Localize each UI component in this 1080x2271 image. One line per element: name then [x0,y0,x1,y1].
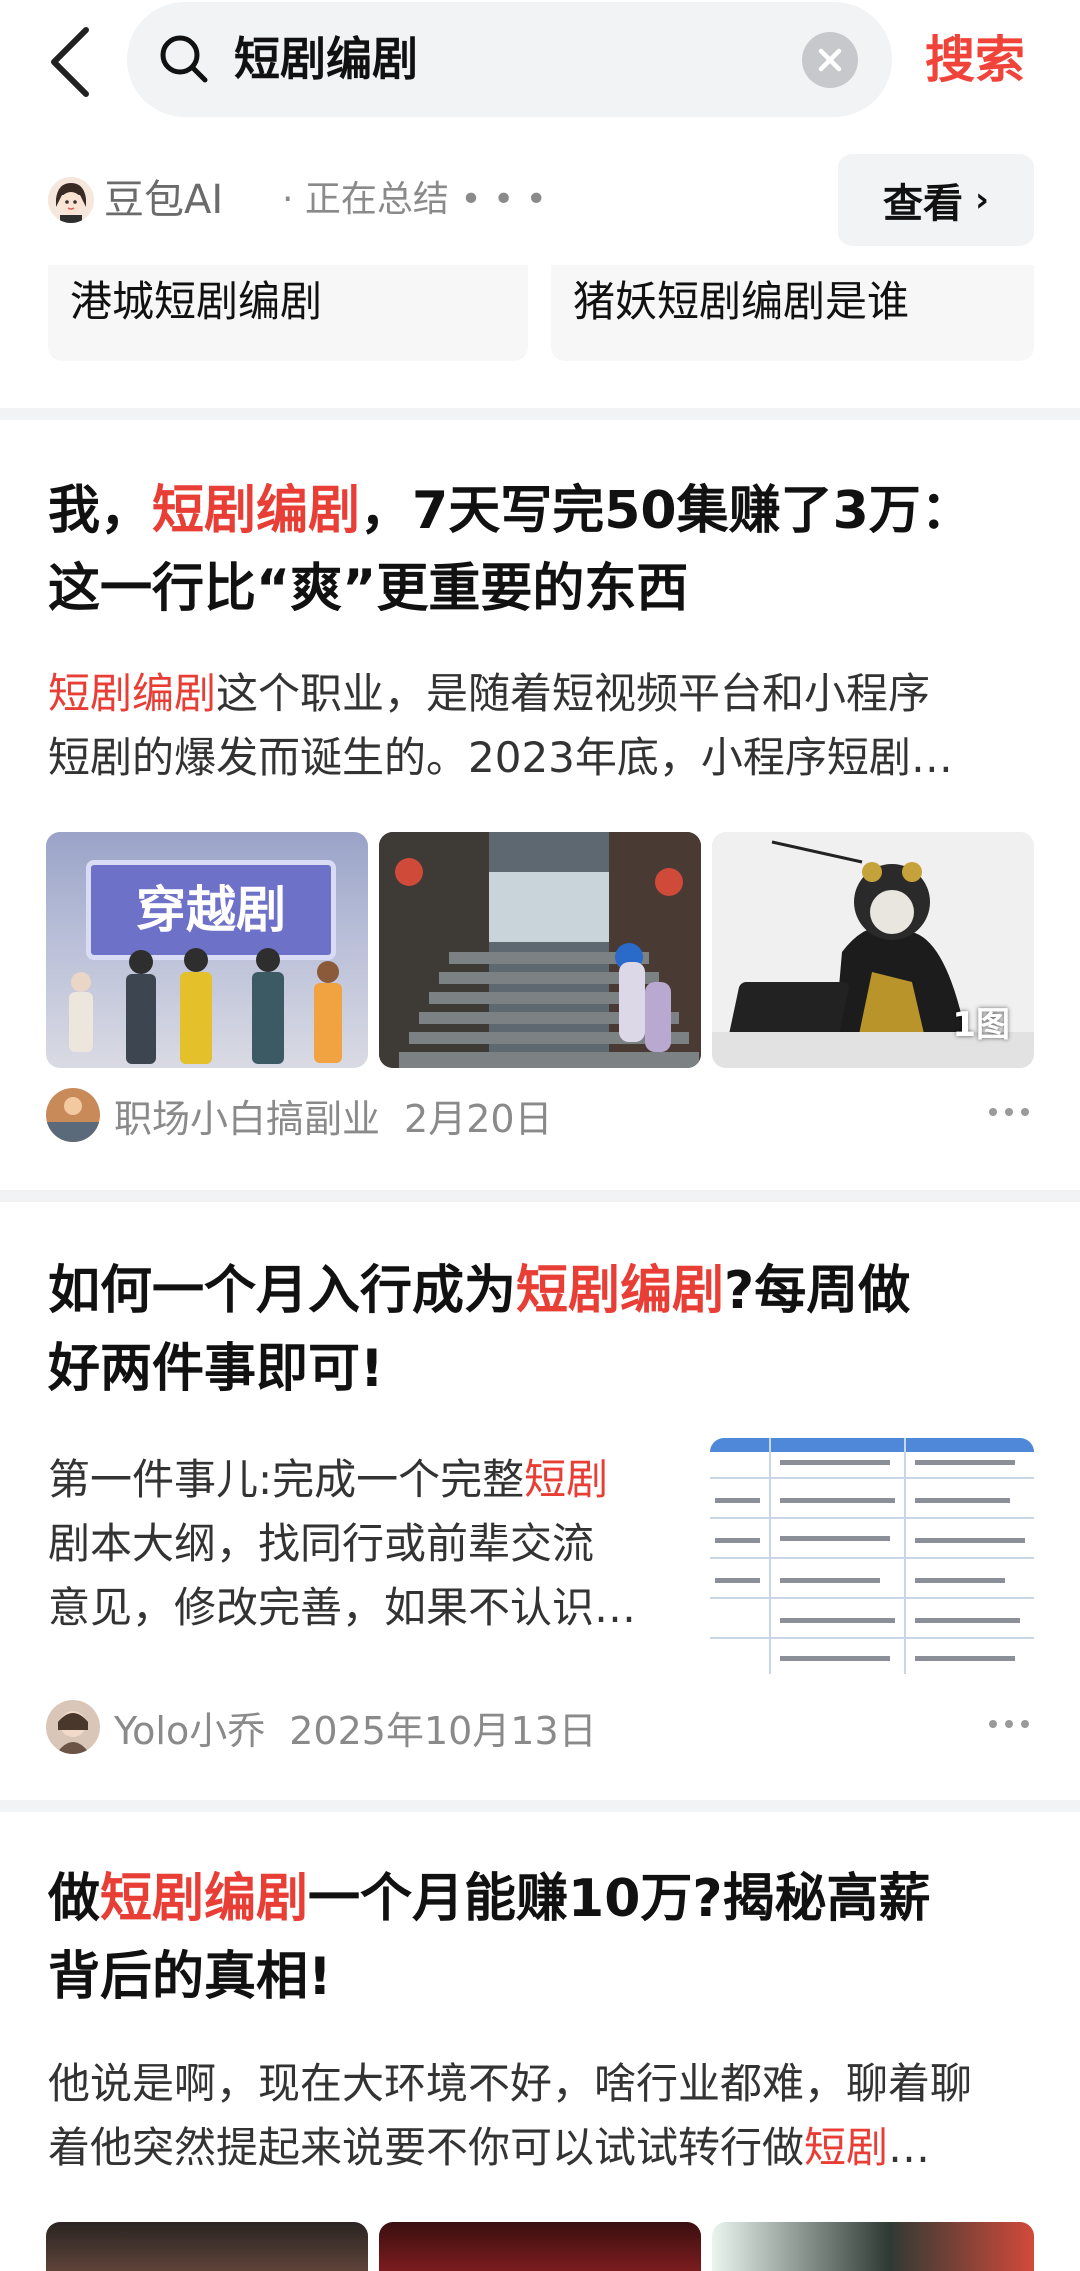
article-card[interactable]: 我，短剧编剧，7天写完50集赚了3万： 这一行比“爽”更重要的东西 短剧编剧这个… [0,420,1080,1190]
thumbnail-image[interactable]: 1图 [712,832,1034,1068]
snippet-text: 短剧的爆发而诞生的。2023年底，小程序短剧… [48,733,953,782]
chevron-right-icon: › [974,180,989,220]
publish-date: 2月20日 [404,1096,553,1141]
image-count-badge: 1图 [952,1005,1010,1045]
snippet-highlight: 短剧编剧 [48,669,217,718]
author-name[interactable]: 职场小白搞副业 [114,1088,380,1143]
title-highlight: 短剧编剧 [516,1261,725,1321]
article-meta: 职场小白搞副业 2月20日 [46,1087,553,1143]
article-images [46,2222,1034,2271]
close-icon [818,48,842,72]
view-label: 查看 [882,181,963,227]
section-divider [0,408,1080,420]
title-text: 背后的真相! [48,1947,332,2007]
top-bar: 短剧编剧 搜索 [0,0,1080,125]
snippet-text: 这个职业，是随着短视频平台和小程序 [216,669,931,718]
article-card[interactable]: 如何一个月入行成为短剧编剧?每周做 好两件事即可! 第一件事儿:完成一个完整短剧… [0,1202,1080,1800]
ai-avatar-icon [48,177,94,223]
back-arrow-icon [51,27,89,97]
thumbnail-image[interactable] [712,2222,1034,2271]
section-divider [0,1800,1080,1812]
more-options-icon[interactable] [985,1709,1033,1739]
snippet-text: 意见，修改完善，如果不认识… [48,1583,637,1632]
author-name[interactable]: Yolo小乔 [114,1700,265,1755]
publish-date: 2025年10月13日 [289,1708,597,1753]
author-avatar[interactable] [46,1700,100,1754]
title-highlight: 短剧编剧 [152,481,361,541]
title-highlight: 短剧编剧 [100,1869,309,1929]
article-images: 穿越剧 1图 [46,832,1034,1068]
related-search-chip[interactable]: 猪妖短剧编剧是谁 [551,265,1034,361]
title-text: 我， [48,481,153,541]
snippet-text: 剧本大纲，找同行或前辈交流 [48,1519,595,1568]
article-title[interactable]: 如何一个月入行成为短剧编剧?每周做 好两件事即可! [48,1252,1038,1408]
search-icon [160,35,208,83]
article-snippet: 他说是啊，现在大环境不好，啥行业都难，聊着聊 着他突然提起来说要不你可以试试转行… [48,2052,1048,2180]
article-snippet: 第一件事儿:完成一个完整短剧 剧本大纲，找同行或前辈交流 意见，修改完善，如果不… [48,1448,698,1640]
snippet-text: … [888,2123,931,2172]
thumbnail-image[interactable] [710,1438,1034,1674]
search-button[interactable]: 搜索 [925,0,1025,120]
title-text: ?每周做 [724,1261,911,1321]
article-title[interactable]: 我，短剧编剧，7天写完50集赚了3万： 这一行比“爽”更重要的东西 [48,472,1038,628]
title-text: 如何一个月入行成为 [48,1261,517,1321]
title-text: 做 [48,1869,101,1929]
author-avatar[interactable] [46,1088,100,1142]
title-text: 这一行比“爽”更重要的东西 [48,559,689,619]
thumbnail-image[interactable]: 穿越剧 [46,832,368,1068]
back-button[interactable] [40,22,100,102]
ai-name: 豆包AI [104,177,224,223]
article-title[interactable]: 做短剧编剧一个月能赚10万?揭秘高薪 背后的真相! [48,1860,1038,2016]
article-snippet: 短剧编剧这个职业，是随着短视频平台和小程序 短剧的爆发而诞生的。2023年底，小… [48,662,1038,790]
title-text: ，7天写完50集赚了3万： [360,481,973,541]
article-card[interactable]: 做短剧编剧一个月能赚10万?揭秘高薪 背后的真相! 他说是啊，现在大环境不好，啥… [0,1812,1080,2271]
snippet-text: 第一件事儿:完成一个完整 [48,1455,525,1504]
view-summary-button[interactable]: 查看 › [838,154,1034,246]
ai-status: · 正在总结 • • • [282,179,547,220]
snippet-highlight: 短剧 [804,2123,889,2172]
related-search-chip[interactable]: 港城短剧编剧 [48,265,528,361]
snippet-text: 他说是啊，现在大环境不好，啥行业都难，聊着聊 [48,2059,973,2108]
title-text: 一个月能赚10万?揭秘高薪 [308,1869,931,1929]
search-box[interactable]: 短剧编剧 [127,2,892,117]
section-divider [0,1190,1080,1202]
ai-summary-bar: 豆包AI · 正在总结 • • • 查看 › [0,150,1080,250]
thumbnail-image[interactable] [379,2222,701,2271]
search-input[interactable]: 短剧编剧 [234,2,418,117]
thumbnail-image[interactable] [46,2222,368,2271]
clear-search-button[interactable] [802,32,858,88]
article-meta: Yolo小乔 2025年10月13日 [46,1699,597,1755]
more-options-icon[interactable] [985,1097,1033,1127]
snippet-text: 着他突然提起来说要不你可以试试转行做 [48,2123,805,2172]
thumbnail-image[interactable] [379,832,701,1068]
title-text: 好两件事即可! [48,1339,384,1399]
snippet-highlight: 短剧 [524,1455,609,1504]
